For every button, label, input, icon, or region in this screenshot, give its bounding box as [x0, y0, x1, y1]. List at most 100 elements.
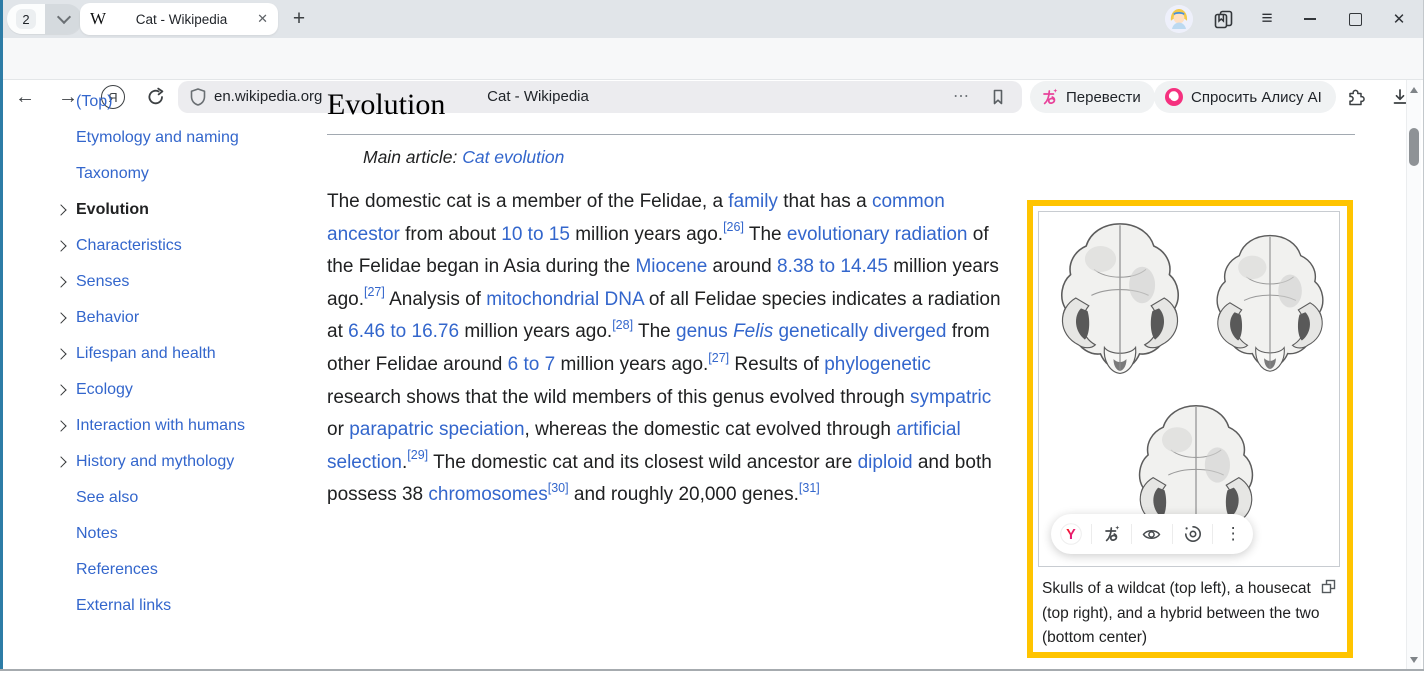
- wiki-link[interactable]: genetically diverged: [778, 321, 946, 342]
- wiki-link[interactable]: 10 to 15: [501, 224, 570, 245]
- toc-item-notes[interactable]: Notes: [45, 516, 325, 552]
- scroll-down-arrow-icon[interactable]: [1410, 657, 1418, 663]
- reference-link[interactable]: [31]: [799, 481, 820, 495]
- page-scrollbar[interactable]: [1406, 80, 1421, 670]
- toc-item-top[interactable]: (Top): [45, 84, 325, 120]
- wiki-link[interactable]: sympatric: [910, 387, 991, 408]
- body-text: The: [744, 224, 787, 245]
- chevron-right-icon[interactable]: [45, 350, 76, 358]
- scrollbar-thumb[interactable]: [1409, 128, 1419, 166]
- body-text: million years ago.: [570, 224, 723, 245]
- tab-counter[interactable]: 2: [7, 4, 82, 34]
- tab-count: 2: [16, 9, 36, 29]
- figure-image-frame[interactable]: Y: [1038, 211, 1340, 567]
- wiki-link[interactable]: 6 to 7: [508, 354, 556, 375]
- toc-item-label: (Top): [76, 93, 112, 111]
- skulls-figure[interactable]: Y: [1027, 200, 1353, 658]
- hatnote-link[interactable]: Cat evolution: [462, 147, 564, 167]
- wikipedia-favicon: W: [90, 9, 112, 29]
- camera-search-icon[interactable]: [1181, 522, 1205, 546]
- body-text: from about: [400, 224, 501, 245]
- tab-list-dropdown[interactable]: [45, 4, 82, 34]
- chevron-right-icon[interactable]: [45, 206, 76, 214]
- reference-link[interactable]: [30]: [548, 481, 569, 495]
- reference-link[interactable]: [26]: [723, 220, 744, 234]
- toc-item-label: Characteristics: [76, 237, 182, 255]
- toc-item-taxonomy[interactable]: Taxonomy: [45, 156, 325, 192]
- table-of-contents: (Top) Etymology and naming Taxonomy Evoluti…: [45, 84, 325, 624]
- toc-item-label: History and mythology: [76, 453, 234, 471]
- toc-item-interaction-with-humans[interactable]: Interaction with humans: [45, 408, 325, 444]
- toc-item-label: Etymology and naming: [76, 129, 239, 147]
- reference-link[interactable]: [27]: [364, 285, 385, 299]
- body-text: that has a: [778, 191, 872, 212]
- chevron-right-icon[interactable]: [45, 278, 76, 286]
- wiki-link[interactable]: phylogenetic: [824, 354, 931, 375]
- hatnote: Main article: Cat evolution: [363, 147, 1355, 168]
- toc-item-characteristics[interactable]: Characteristics: [45, 228, 325, 264]
- body-text: million years ago.: [555, 354, 708, 375]
- eye-icon[interactable]: [1140, 522, 1164, 546]
- figure-caption: Skulls of a wildcat (top left), a housec…: [1042, 577, 1338, 651]
- tab-count-badge[interactable]: 2: [7, 4, 45, 34]
- wiki-link[interactable]: 8.38 to 14.45: [777, 256, 888, 277]
- toolbar-divider: [1172, 524, 1173, 544]
- back-button[interactable]: ←: [11, 83, 39, 111]
- toc-item-etymology-and-naming[interactable]: Etymology and naming: [45, 120, 325, 156]
- toolbar-divider: [1091, 524, 1092, 544]
- toc-item-ecology[interactable]: Ecology: [45, 372, 325, 408]
- reference-link[interactable]: [27]: [708, 351, 729, 365]
- yandex-logo-icon[interactable]: Y: [1059, 522, 1083, 546]
- reference-link[interactable]: [28]: [612, 318, 633, 332]
- toc-item-label: See also: [76, 489, 138, 507]
- toolbar-divider: [1131, 524, 1132, 544]
- toc-item-behavior[interactable]: Behavior: [45, 300, 325, 336]
- wiki-link[interactable]: Miocene: [635, 256, 707, 277]
- expand-figure-icon[interactable]: [1321, 579, 1336, 594]
- more-options-icon[interactable]: ⋮: [1221, 522, 1245, 546]
- wiki-link[interactable]: chromosomes: [428, 484, 547, 505]
- wiki-link[interactable]: parapatric speciation: [349, 419, 524, 440]
- wiki-link[interactable]: Felis: [733, 321, 773, 342]
- body-text: Analysis of: [385, 289, 486, 310]
- scroll-up-arrow-icon[interactable]: [1410, 87, 1418, 93]
- maximize-button[interactable]: [1343, 7, 1367, 31]
- chevron-right-icon[interactable]: [45, 242, 76, 250]
- body-text: The: [633, 321, 676, 342]
- body-text: and roughly 20,000 genes.: [569, 484, 799, 505]
- chevron-right-icon[interactable]: [45, 422, 76, 430]
- wiki-link[interactable]: 6.46 to 16.76: [348, 321, 459, 342]
- toc-item-history-and-mythology[interactable]: History and mythology: [45, 444, 325, 480]
- profile-avatar[interactable]: [1165, 5, 1193, 33]
- toc-item-label: Taxonomy: [76, 165, 149, 183]
- toc-item-senses[interactable]: Senses: [45, 264, 325, 300]
- toc-item-external-links[interactable]: External links: [45, 588, 325, 624]
- tab-title: Cat - Wikipedia: [112, 12, 251, 27]
- translate-image-icon[interactable]: [1099, 522, 1123, 546]
- reference-link[interactable]: [29]: [407, 448, 428, 462]
- chevron-right-icon[interactable]: [45, 314, 76, 322]
- toc-item-evolution[interactable]: Evolution: [45, 192, 325, 228]
- wiki-link[interactable]: mitochondrial DNA: [486, 289, 643, 310]
- new-tab-button[interactable]: +: [286, 6, 312, 32]
- side-panel-button[interactable]: [1211, 7, 1235, 31]
- body-text: The domestic cat and its closest wild an…: [428, 452, 857, 473]
- close-window-button[interactable]: ✕: [1387, 7, 1411, 31]
- tab-strip: 2 W Cat - Wikipedia ✕ + ≡ ✕: [0, 0, 1424, 38]
- chevron-right-icon[interactable]: [45, 386, 76, 394]
- chevron-right-icon[interactable]: [45, 458, 76, 466]
- toc-item-lifespan-and-health[interactable]: Lifespan and health: [45, 336, 325, 372]
- wiki-link[interactable]: genus: [676, 321, 728, 342]
- tab-close-icon[interactable]: ✕: [257, 11, 268, 27]
- toc-item-references[interactable]: References: [45, 552, 325, 588]
- toc-item-label: References: [76, 561, 158, 579]
- wiki-link[interactable]: family: [728, 191, 778, 212]
- panels-bookmark-icon: [1213, 9, 1234, 30]
- menu-button[interactable]: ≡: [1255, 7, 1279, 31]
- image-hover-toolbar[interactable]: Y: [1051, 514, 1253, 554]
- tab-cat-wikipedia[interactable]: W Cat - Wikipedia ✕: [80, 3, 278, 35]
- toc-item-see-also[interactable]: See also: [45, 480, 325, 516]
- minimize-button[interactable]: [1298, 7, 1322, 31]
- wiki-link[interactable]: diploid: [858, 452, 913, 473]
- wiki-link[interactable]: evolutionary radiation: [787, 224, 968, 245]
